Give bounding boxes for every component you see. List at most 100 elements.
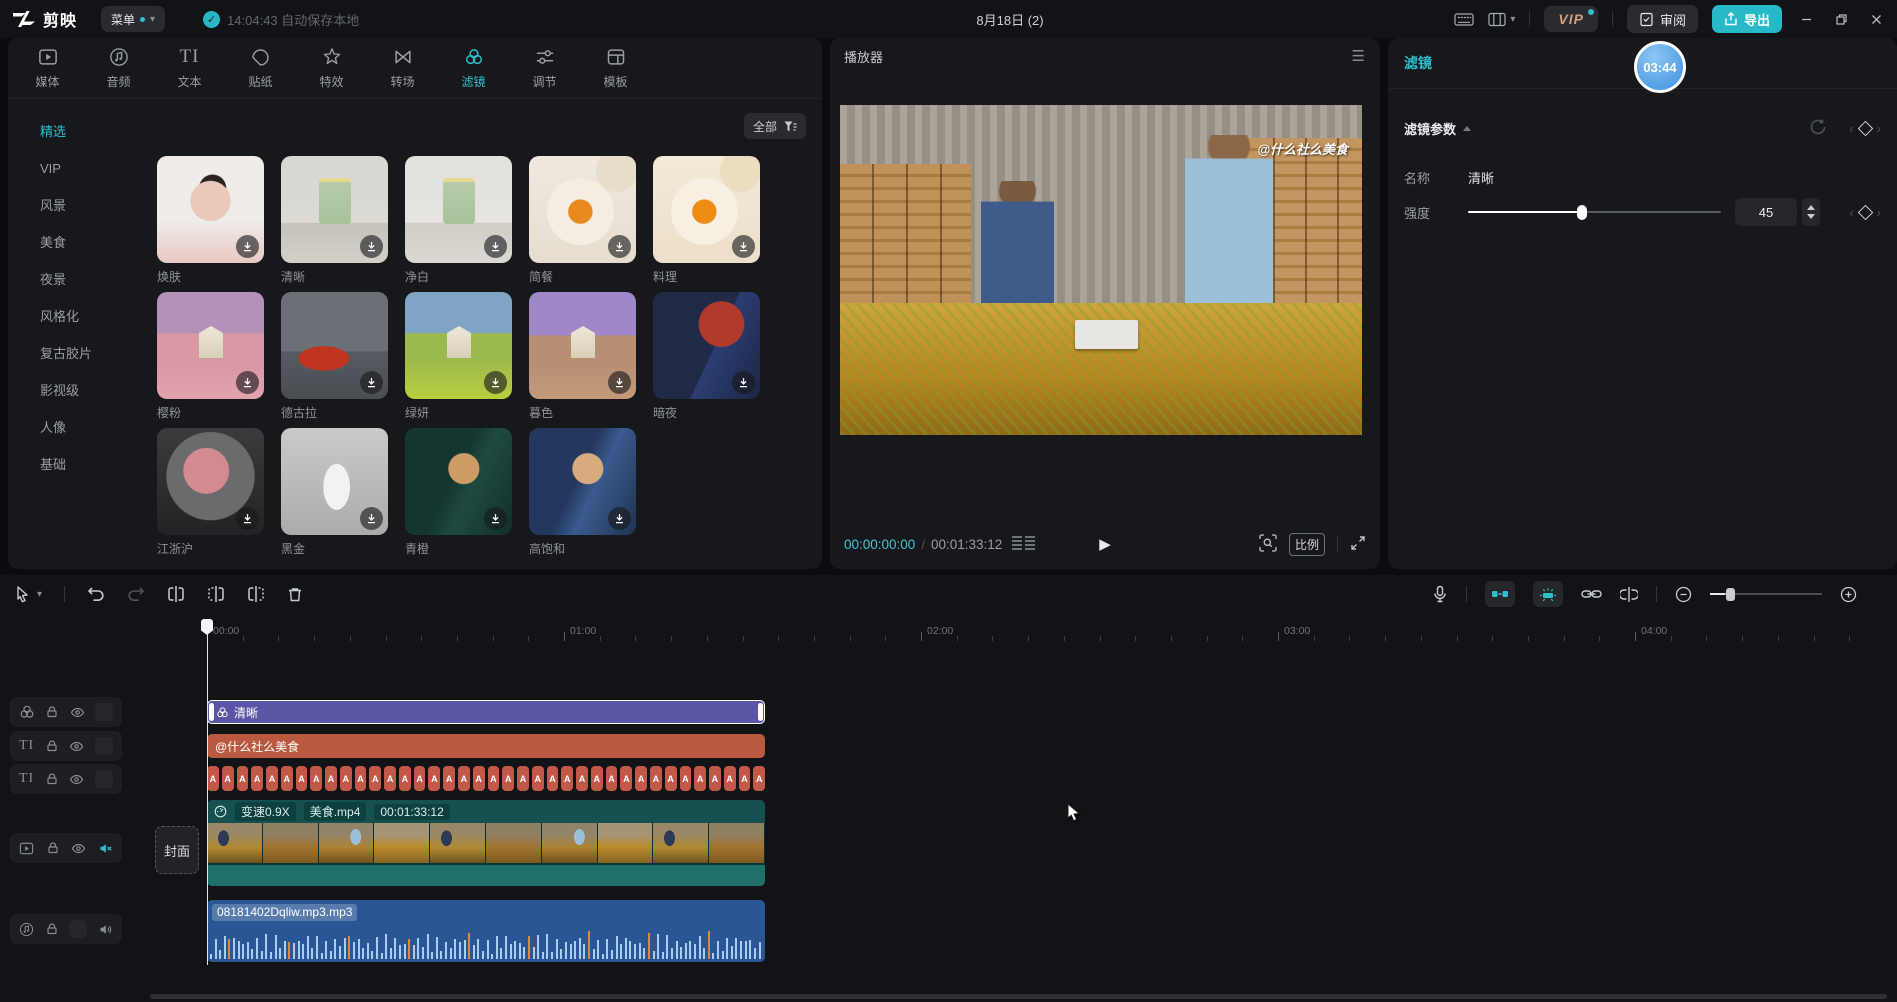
- filter-tile[interactable]: 樱粉: [157, 292, 264, 421]
- filter-clip[interactable]: 清晰: [207, 700, 765, 724]
- download-icon[interactable]: [484, 507, 507, 530]
- letter-clip[interactable]: A: [443, 766, 455, 791]
- delete-button[interactable]: [287, 586, 303, 603]
- letter-clip[interactable]: A: [576, 766, 588, 791]
- magnetic-snap-toggle[interactable]: [1485, 581, 1515, 607]
- letter-clip[interactable]: A: [458, 766, 470, 791]
- player-menu-icon[interactable]: ☰: [1352, 47, 1366, 65]
- letter-clip[interactable]: A: [635, 766, 647, 791]
- letter-clip[interactable]: A: [384, 766, 396, 791]
- letter-clip[interactable]: A: [591, 766, 603, 791]
- keyframe-diamond-icon[interactable]: [1857, 121, 1873, 137]
- download-icon[interactable]: [484, 235, 507, 258]
- prev-keyframe-icon[interactable]: ‹: [1849, 206, 1853, 219]
- download-icon[interactable]: [236, 371, 259, 394]
- shortcut-keyboard-icon[interactable]: [1454, 12, 1474, 27]
- letter-clip[interactable]: A: [207, 766, 219, 791]
- filter-tile[interactable]: 净白: [405, 156, 512, 285]
- download-icon[interactable]: [360, 507, 383, 530]
- category-food[interactable]: 美食: [8, 224, 120, 261]
- tab-filters[interactable]: 滤镜: [438, 46, 509, 90]
- toggle-slot[interactable]: [95, 703, 113, 721]
- audio-clip[interactable]: 08181402Dqliw.mp3.mp3: [207, 900, 765, 962]
- timeline-ruler[interactable]: 00:0001:0002:0003:0004:00: [0, 618, 1897, 648]
- letter-clip[interactable]: A: [222, 766, 234, 791]
- letter-clip[interactable]: A: [340, 766, 352, 791]
- unlink-split-icon[interactable]: [1620, 587, 1638, 602]
- letter-clip[interactable]: A: [488, 766, 500, 791]
- tab-effects[interactable]: 特效: [296, 46, 367, 90]
- letter-clip[interactable]: A: [296, 766, 308, 791]
- cover-button[interactable]: 封面: [155, 826, 199, 874]
- lock-icon[interactable]: [45, 922, 59, 936]
- trial-timer-badge[interactable]: 03:44: [1634, 41, 1686, 93]
- filter-tile[interactable]: 焕肤: [157, 156, 264, 285]
- eye-icon[interactable]: [70, 705, 85, 720]
- zoom-in-icon[interactable]: [1840, 586, 1857, 603]
- fullscreen-icon[interactable]: [1350, 535, 1366, 554]
- review-button[interactable]: 审阅: [1627, 5, 1698, 33]
- step-down-icon[interactable]: [1807, 214, 1815, 219]
- filter-tile[interactable]: 绿妍: [405, 292, 512, 421]
- trim-left-icon[interactable]: [207, 586, 225, 602]
- undo-button[interactable]: [87, 586, 105, 602]
- download-icon[interactable]: [732, 235, 755, 258]
- letter-clip[interactable]: A: [281, 766, 293, 791]
- timeline-zoom-slider[interactable]: [1710, 587, 1822, 601]
- export-button[interactable]: 导出: [1712, 5, 1782, 33]
- redo-button[interactable]: [127, 586, 145, 602]
- tab-sticker[interactable]: 贴纸: [225, 46, 296, 90]
- toggle-slot[interactable]: [69, 920, 87, 938]
- download-icon[interactable]: [608, 371, 631, 394]
- speaker-icon[interactable]: [98, 922, 113, 937]
- letter-clip[interactable]: A: [739, 766, 751, 791]
- download-icon[interactable]: [360, 235, 383, 258]
- filter-tile[interactable]: 黑金: [281, 428, 388, 557]
- filter-tile[interactable]: 暮色: [529, 292, 636, 421]
- reset-icon[interactable]: [1809, 118, 1827, 139]
- letter-clip[interactable]: A: [665, 766, 677, 791]
- tab-adjust[interactable]: 调节: [509, 46, 580, 90]
- download-icon[interactable]: [608, 235, 631, 258]
- category-retro-film[interactable]: 复古胶片: [8, 335, 120, 372]
- eye-icon[interactable]: [69, 739, 84, 754]
- letter-clip[interactable]: A: [428, 766, 440, 791]
- letter-clip[interactable]: A: [620, 766, 632, 791]
- letter-clip[interactable]: A: [517, 766, 529, 791]
- download-icon[interactable]: [484, 371, 507, 394]
- toggle-slot[interactable]: [95, 770, 113, 788]
- slider-track[interactable]: [1468, 211, 1721, 213]
- category-basic[interactable]: 基础: [8, 446, 120, 483]
- minimize-button[interactable]: [1796, 13, 1817, 26]
- layout-switch-icon[interactable]: ▾: [1488, 12, 1515, 27]
- letter-clip[interactable]: A: [355, 766, 367, 791]
- video-preview[interactable]: @什么社么美食: [840, 105, 1362, 435]
- split-clip-icon[interactable]: [167, 586, 185, 602]
- select-tool[interactable]: ▾: [14, 585, 42, 603]
- keyframe-control[interactable]: ‹›: [1849, 122, 1881, 135]
- toggle-slot[interactable]: [95, 737, 113, 755]
- auto-align-toggle[interactable]: [1533, 581, 1563, 607]
- download-icon[interactable]: [360, 371, 383, 394]
- horizontal-scrollbar[interactable]: [150, 994, 1887, 999]
- filter-tile[interactable]: 料理: [653, 156, 760, 285]
- zoom-slider-handle[interactable]: [1726, 588, 1735, 601]
- mute-speaker-icon[interactable]: [98, 841, 113, 856]
- letter-clip[interactable]: A: [532, 766, 544, 791]
- filter-all-dropdown[interactable]: 全部: [744, 113, 806, 139]
- letter-clip[interactable]: A: [251, 766, 263, 791]
- category-landscape[interactable]: 风景: [8, 187, 120, 224]
- tab-templates[interactable]: 模板: [580, 46, 651, 90]
- letter-clip[interactable]: A: [694, 766, 706, 791]
- download-icon[interactable]: [236, 507, 259, 530]
- aspect-ratio-button[interactable]: 比例: [1289, 533, 1325, 556]
- step-up-icon[interactable]: [1807, 205, 1815, 210]
- record-voiceover-icon[interactable]: [1432, 585, 1448, 604]
- menu-button[interactable]: 菜单 ▾: [101, 6, 165, 32]
- keyframe-diamond-icon[interactable]: [1857, 204, 1873, 220]
- letter-clip[interactable]: A: [680, 766, 692, 791]
- video-clip[interactable]: 变速0.9X 美食.mp4 00:01:33:12: [207, 800, 765, 886]
- keyframe-control[interactable]: ‹›: [1849, 206, 1881, 219]
- close-button[interactable]: [1866, 13, 1887, 26]
- category-featured[interactable]: 精选: [8, 113, 120, 150]
